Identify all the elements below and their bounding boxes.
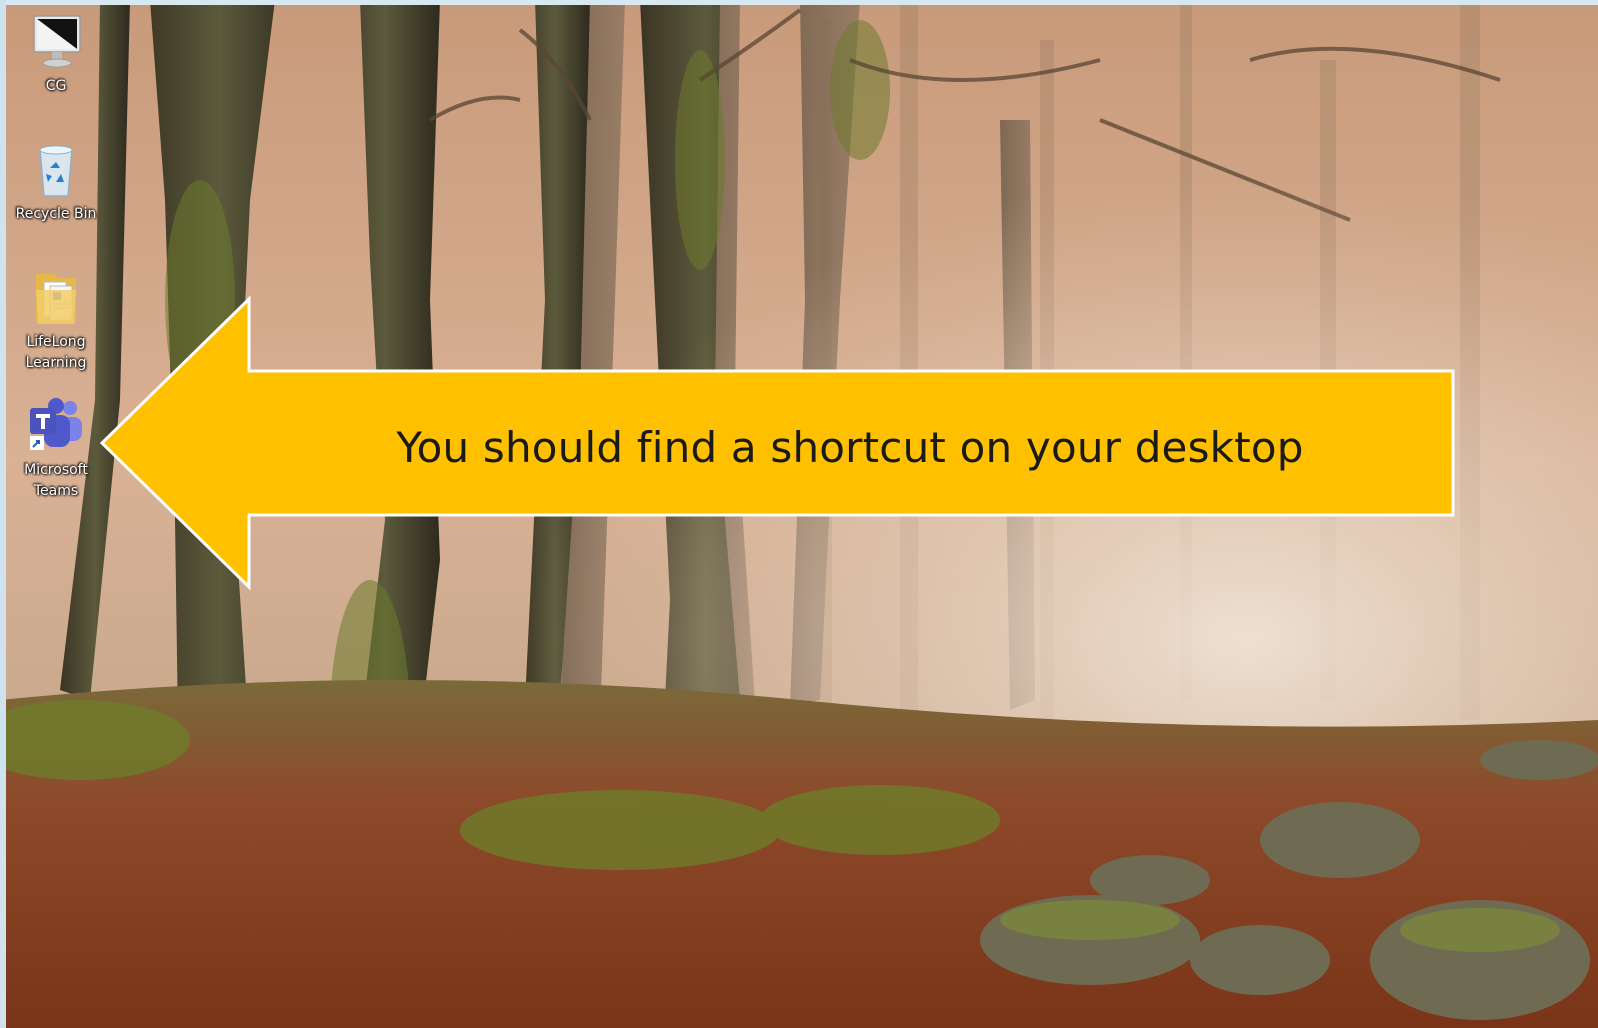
recycle-bin-icon (39, 145, 73, 197)
desktop-icon-microsoft-teams[interactable]: Microsoft Teams (11, 394, 101, 502)
desktop-icon-label: Recycle Bin (15, 206, 97, 222)
desktop-icon-label: LifeLong Learning (25, 334, 87, 371)
desktop-icon-recycle-bin[interactable]: Recycle Bin (11, 138, 101, 225)
wallpaper (0, 0, 1598, 1028)
window-top-edge (0, 0, 1598, 5)
teams-icon (30, 398, 82, 450)
desktop-icon-lifelong-learning[interactable]: LifeLong Learning (11, 266, 101, 374)
desktop-icon-cg[interactable]: CG (11, 10, 101, 97)
desktop-icon-label: Microsoft Teams (24, 462, 88, 499)
callout-text: You should find a shortcut on your deskt… (396, 423, 1304, 472)
monitor-icon (33, 15, 81, 68)
desktop-icon-label: CG (45, 78, 67, 94)
folder-icon (36, 274, 76, 324)
window-left-edge (0, 0, 6, 1028)
desktop[interactable]: CG Recycle Bin LifeLong Learning Microso… (0, 0, 1598, 1028)
